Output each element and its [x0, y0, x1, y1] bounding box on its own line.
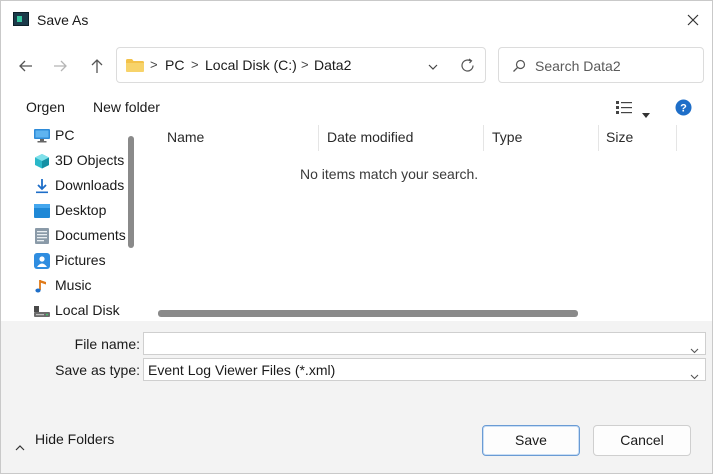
- sidebar-item-local-disk[interactable]: Local Disk: [33, 300, 138, 321]
- cancel-button[interactable]: Cancel: [593, 425, 691, 456]
- desktop-icon: [33, 202, 51, 220]
- title-bar: Save As: [1, 1, 712, 39]
- column-divider[interactable]: [318, 125, 319, 151]
- sidebar-item-desktop[interactable]: Desktop: [33, 200, 138, 222]
- new-folder-button[interactable]: New folder: [93, 99, 160, 115]
- help-icon[interactable]: ?: [675, 99, 692, 116]
- file-name-combobox[interactable]: [143, 332, 706, 355]
- pc-icon: [33, 127, 51, 145]
- search-box[interactable]: [498, 47, 704, 83]
- column-divider[interactable]: [676, 125, 677, 151]
- event-viewer-app-icon: [13, 12, 29, 26]
- chevron-down-icon[interactable]: [427, 60, 439, 72]
- breadcrumb-data2[interactable]: Data2: [314, 57, 351, 73]
- save-as-type-value: Event Log Viewer Files (*.xml): [148, 362, 336, 378]
- breadcrumb-separator: >: [301, 57, 309, 72]
- music-icon: [33, 277, 51, 295]
- 3d-objects-icon: [33, 152, 51, 170]
- dialog-footer: Hide Folders Save Cancel: [1, 411, 712, 473]
- sidebar-item-label: Documents: [55, 227, 126, 243]
- breadcrumb-pc[interactable]: PC: [165, 57, 184, 73]
- forward-arrow-icon[interactable]: [50, 56, 70, 76]
- sidebar-item-label: Desktop: [55, 202, 107, 218]
- sidebar-item-pc[interactable]: PC: [33, 125, 138, 147]
- empty-state-message: No items match your search.: [300, 166, 479, 182]
- column-divider[interactable]: [483, 125, 484, 151]
- chevron-up-icon: [15, 438, 25, 451]
- column-divider[interactable]: [598, 125, 599, 151]
- chevron-down-icon[interactable]: [642, 105, 650, 118]
- file-name-label: File name:: [74, 336, 140, 352]
- save-as-dialog: Save As > PC > Local Disk (C:) > Data2 S…: [0, 0, 713, 474]
- search-icon: [512, 59, 526, 73]
- sidebar-item-label: PC: [55, 127, 75, 143]
- sidebar-item-label: Music: [55, 277, 92, 293]
- local-disk-icon: [33, 302, 51, 320]
- sidebar-item-pictures[interactable]: Pictures: [33, 250, 138, 272]
- address-bar[interactable]: > PC > Local Disk (C:) > Data2: [116, 47, 486, 83]
- save-as-type-label: Save as type:: [55, 362, 140, 378]
- back-arrow-icon[interactable]: [16, 56, 36, 76]
- documents-icon: [33, 227, 51, 245]
- file-list[interactable]: Name Date modified Type Size No items ma…: [138, 123, 712, 321]
- chevron-down-icon[interactable]: [690, 367, 699, 380]
- pictures-icon: [33, 252, 51, 270]
- sidebar-item-3d-objects[interactable]: 3D Objects: [33, 150, 138, 172]
- sidebar-item-music[interactable]: Music: [33, 275, 138, 297]
- download-icon: [33, 177, 51, 195]
- sidebar-item-label: Local Disk: [55, 302, 120, 318]
- column-header-name[interactable]: Name: [167, 129, 204, 145]
- search-input[interactable]: [535, 56, 695, 76]
- organize-button[interactable]: Orgen: [26, 99, 65, 115]
- sidebar-item-label: Pictures: [55, 252, 106, 268]
- close-icon[interactable]: [683, 10, 703, 30]
- horizontal-scrollbar[interactable]: [158, 310, 578, 317]
- svg-text:?: ?: [680, 103, 687, 115]
- up-arrow-icon[interactable]: [87, 56, 107, 76]
- sidebar-item-documents[interactable]: Documents: [33, 225, 138, 247]
- command-bar: Orgen New folder ?: [1, 93, 712, 123]
- navigation-scrollbar[interactable]: [128, 136, 134, 248]
- file-name-input[interactable]: [148, 334, 678, 353]
- save-button[interactable]: Save: [482, 425, 580, 456]
- save-as-type-select[interactable]: Event Log Viewer Files (*.xml): [143, 358, 706, 381]
- sidebar-item-downloads[interactable]: Downloads: [33, 175, 138, 197]
- navigation-pane[interactable]: PC 3D Objects Downloads Desktop Document…: [1, 123, 138, 321]
- sidebar-item-label: Downloads: [55, 177, 125, 193]
- column-header-date-modified[interactable]: Date modified: [327, 129, 413, 145]
- sidebar-item-label: 3D Objects: [55, 152, 125, 168]
- chevron-down-icon[interactable]: [690, 341, 699, 354]
- hide-folders-label: Hide Folders: [35, 431, 115, 447]
- save-form: File name: Save as type: Event Log Viewe…: [1, 321, 712, 411]
- column-header-size[interactable]: Size: [606, 129, 633, 145]
- column-header-type[interactable]: Type: [492, 129, 522, 145]
- view-details-icon[interactable]: [616, 101, 632, 114]
- window-title: Save As: [37, 12, 89, 28]
- breadcrumb-separator: >: [150, 57, 158, 72]
- folder-icon: [126, 59, 144, 72]
- breadcrumb-local-disk[interactable]: Local Disk (C:): [205, 57, 297, 73]
- breadcrumb-separator: >: [191, 57, 199, 72]
- refresh-icon[interactable]: [459, 57, 476, 74]
